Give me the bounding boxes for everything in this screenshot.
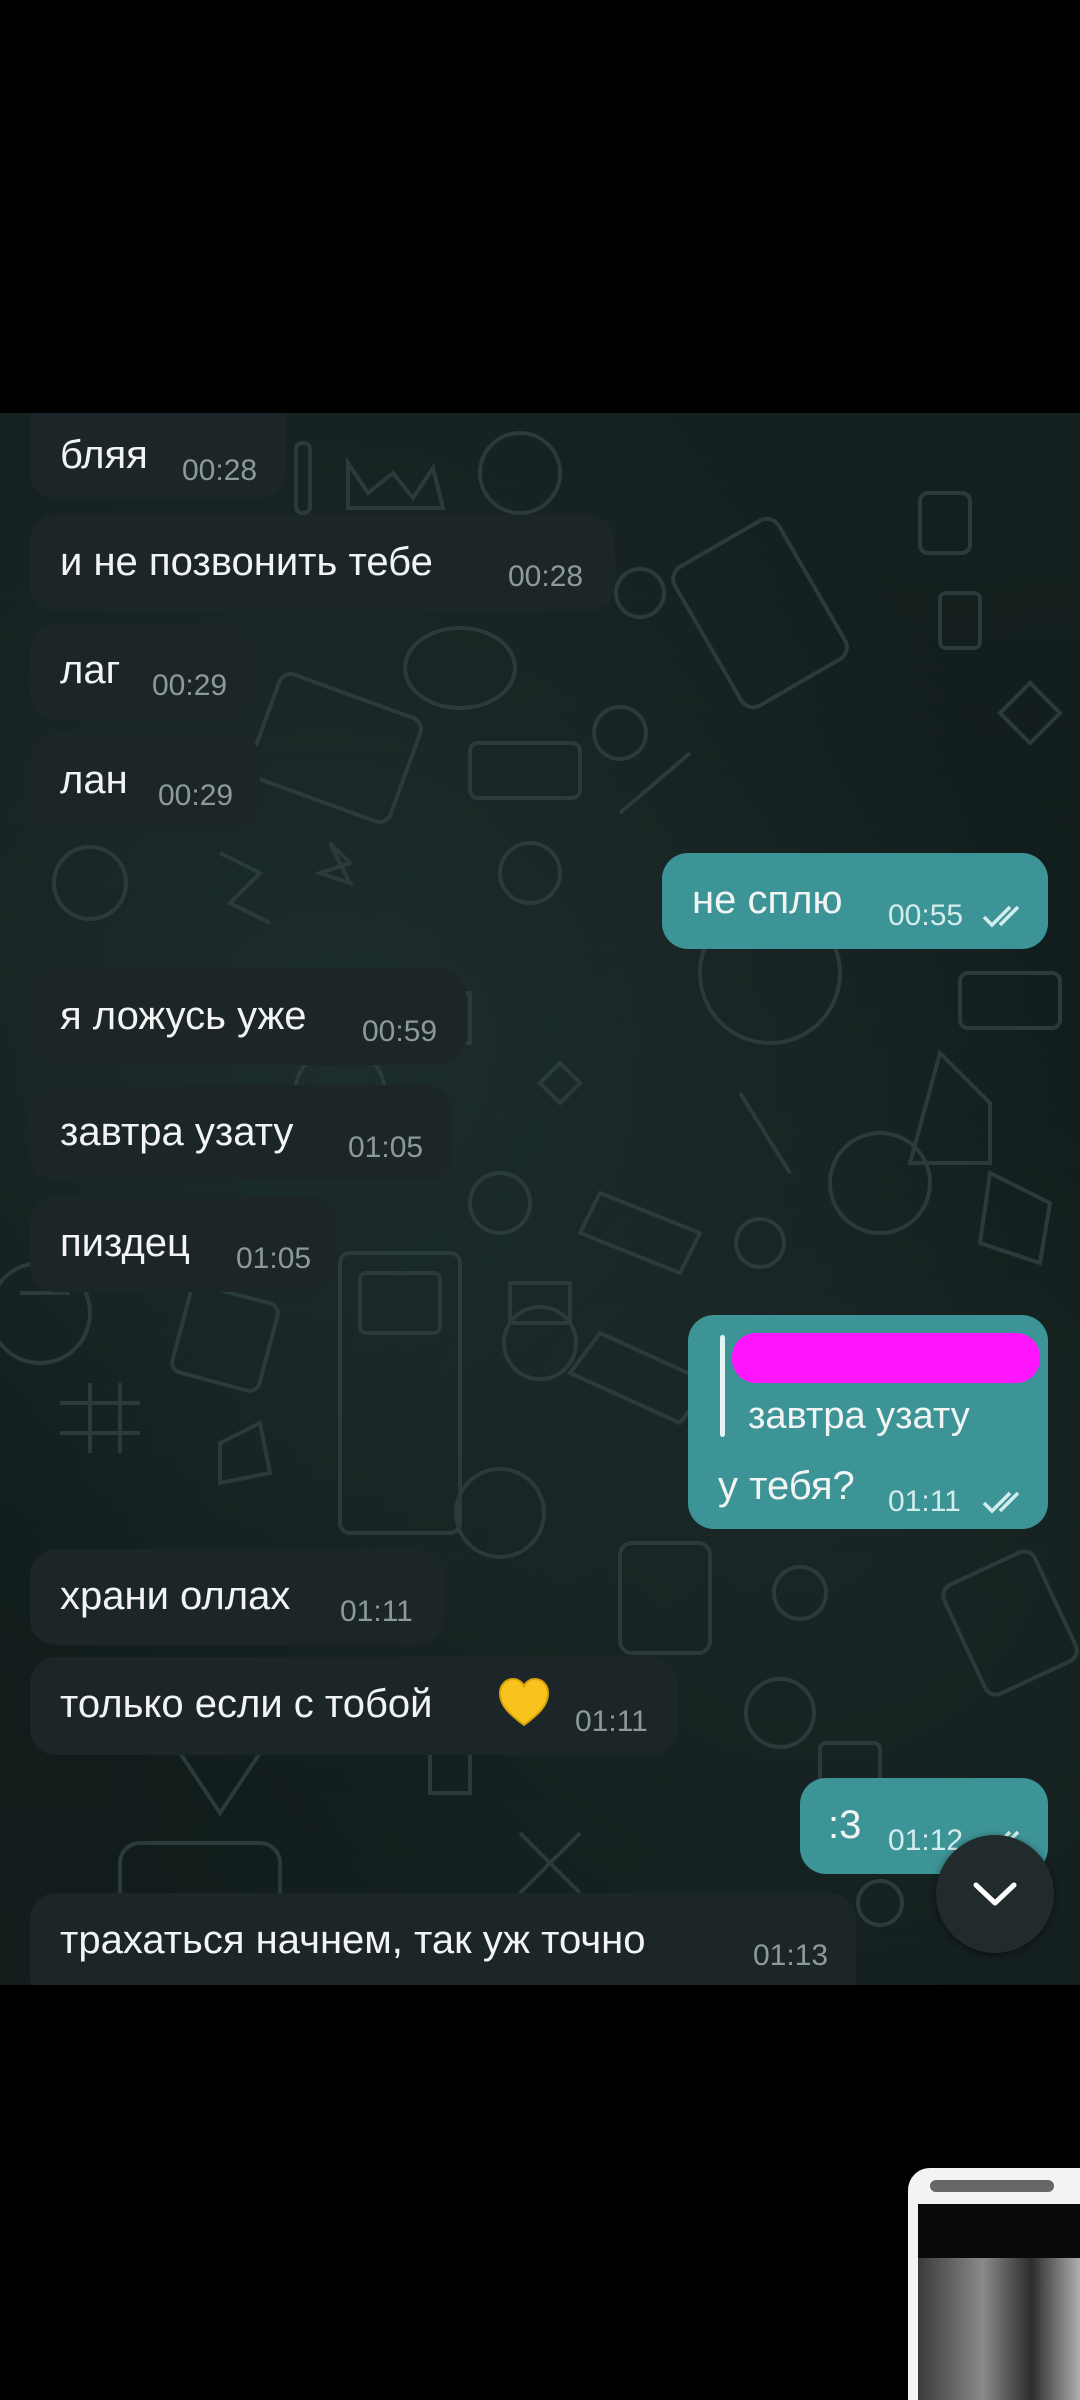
message-time: 00:29 — [158, 779, 234, 812]
message-time: 00:29 — [152, 669, 228, 702]
message-text: завтра узату — [60, 1110, 294, 1154]
message-text: и не позвонить тебе — [60, 540, 433, 584]
screenshot-preview-thumbnail[interactable] — [908, 2168, 1080, 2400]
message-text: лан — [60, 758, 128, 802]
double-check-icon — [982, 905, 1020, 928]
message-time: 01:11 — [575, 1705, 648, 1738]
chat-area[interactable]: бляя 00:28 и не позвонить тебе 00:28 лаг… — [0, 413, 1080, 1985]
reply-quoted-text: завтра узату — [748, 1395, 970, 1437]
message-incoming[interactable]: я ложусь уже 00:59 — [30, 969, 466, 1065]
message-incoming[interactable]: завтра узату 01:05 — [30, 1085, 452, 1181]
message-incoming[interactable]: бляя 00:28 — [30, 413, 286, 499]
message-incoming[interactable]: храни оллах 01:11 — [30, 1549, 444, 1645]
message-incoming[interactable]: трахаться начнем, так уж точно 01:13 — [30, 1893, 856, 1985]
redaction-mark — [732, 1333, 1040, 1383]
message-time: 00:28 — [508, 560, 584, 593]
scroll-to-bottom-button[interactable] — [936, 1835, 1054, 1953]
message-time: 01:11 — [888, 1485, 961, 1518]
message-incoming[interactable]: пиздец 01:05 — [30, 1196, 338, 1292]
message-text: трахаться начнем, так уж точно — [60, 1918, 646, 1962]
yellow-heart-icon — [498, 1677, 550, 1727]
thumbnail-image — [918, 2258, 1080, 2400]
message-outgoing[interactable]: не сплю 00:55 — [662, 853, 1048, 949]
message-incoming[interactable]: лан 00:29 — [30, 733, 260, 829]
message-text: храни оллах — [60, 1574, 291, 1618]
message-incoming[interactable]: только если с тобой 01:11 — [30, 1657, 678, 1755]
message-time: 01:11 — [340, 1595, 413, 1628]
message-text: пиздец — [60, 1221, 190, 1265]
chevron-down-icon — [973, 1882, 1017, 1906]
reply-bar — [720, 1335, 725, 1437]
message-text: я ложусь уже — [60, 994, 307, 1038]
thumbnail-handle — [930, 2180, 1054, 2192]
message-text: у тебя? — [718, 1464, 855, 1508]
message-time: 00:55 — [888, 899, 964, 932]
message-time: 00:28 — [182, 454, 258, 487]
message-incoming[interactable]: лаг 00:29 — [30, 623, 254, 719]
message-text: бляя — [60, 433, 148, 477]
message-time: 01:13 — [753, 1939, 829, 1972]
message-time: 01:05 — [348, 1131, 424, 1164]
message-text: не сплю — [692, 878, 843, 922]
message-outgoing-reply[interactable]: завтра узату у тебя? 01:11 — [688, 1315, 1048, 1529]
message-text: только если с тобой — [60, 1682, 433, 1726]
message-incoming[interactable]: и не позвонить тебе 00:28 — [30, 515, 615, 611]
message-time: 00:59 — [362, 1015, 438, 1048]
message-text: :3 — [828, 1803, 862, 1847]
message-text: лаг — [60, 648, 121, 692]
double-check-icon — [982, 1491, 1020, 1514]
message-time: 01:05 — [236, 1242, 312, 1275]
